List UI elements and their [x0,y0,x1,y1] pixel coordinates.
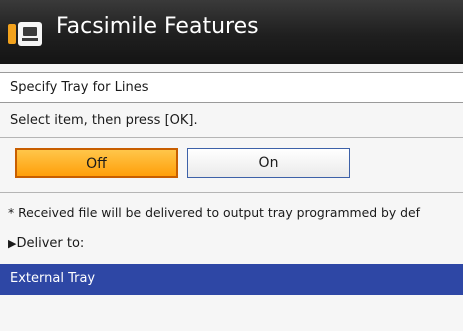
setting-header-label: Specify Tray for Lines [10,80,149,95]
destination-value: External Tray [10,271,96,286]
instruction-text: Select item, then press [OK]. [10,113,198,128]
fax-machine-icon [8,22,42,46]
note-text: * Received file will be delivered to out… [8,205,421,220]
setting-header: Specify Tray for Lines [0,72,463,103]
off-button[interactable]: Off [15,148,178,178]
page-title: Facsimile Features [56,14,259,39]
divider [0,137,463,138]
divider [0,192,463,193]
on-button[interactable]: On [187,148,350,178]
title-bar: Facsimile Features [0,0,463,65]
deliver-to-text: Deliver to: [16,236,85,251]
deliver-to-label: ▶Deliver to: [8,236,84,251]
destination-selected-row[interactable]: External Tray [0,264,463,295]
